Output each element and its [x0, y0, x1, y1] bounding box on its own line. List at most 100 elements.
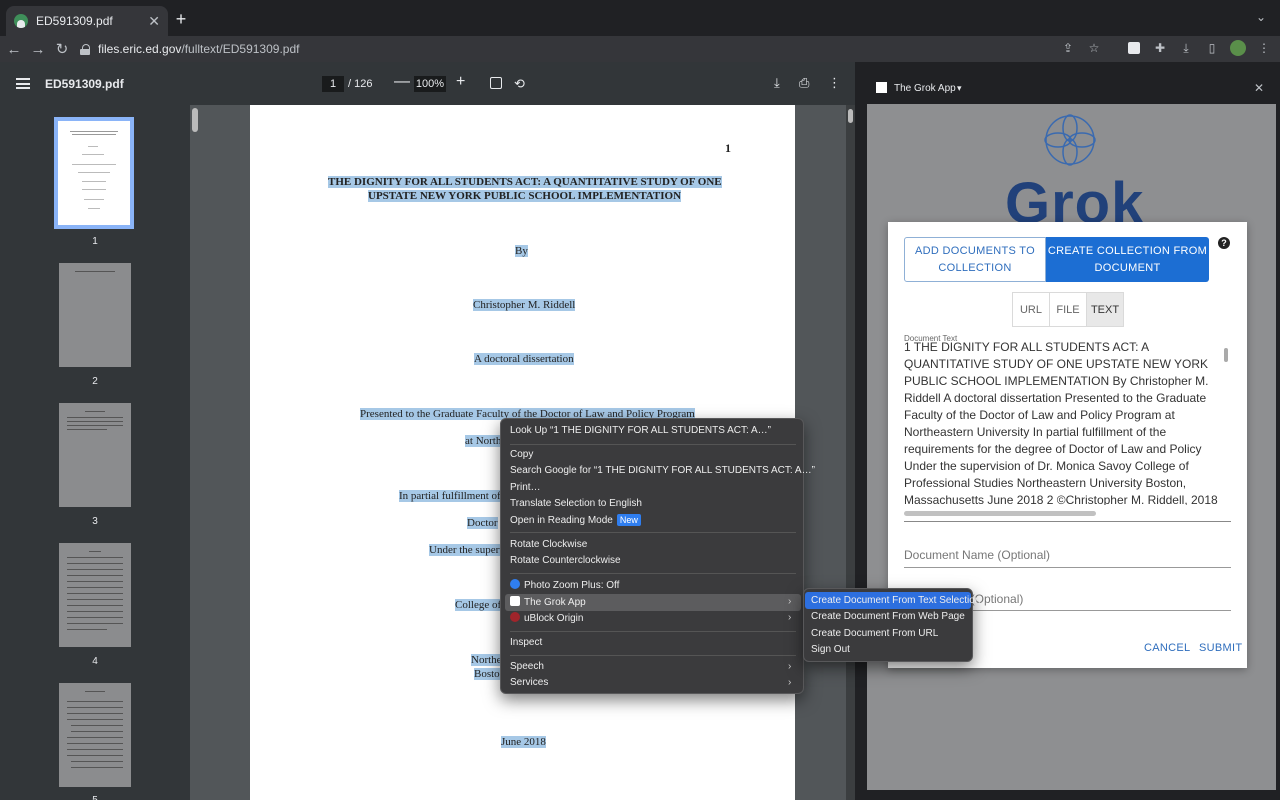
- segment-url[interactable]: URL: [1013, 293, 1050, 326]
- menu-item-rotate-ccw[interactable]: Rotate Counterclockwise: [510, 555, 621, 566]
- menu-item-search-google[interactable]: Search Google for “1 THE DIGNITY FOR ALL…: [510, 465, 815, 476]
- help-icon[interactable]: ?: [1218, 237, 1230, 249]
- share-icon[interactable]: ⇪: [1060, 40, 1076, 56]
- tab-search-chevron-icon[interactable]: ⌄: [1256, 10, 1266, 24]
- source-type-toggle: URL FILE TEXT: [1012, 292, 1124, 327]
- doc-bosto: Bosto: [474, 668, 500, 680]
- browser-tab[interactable]: ED591309.pdf ✕: [6, 6, 168, 36]
- bookmark-star-icon[interactable]: ☆: [1086, 40, 1102, 56]
- menu-item-translate[interactable]: Translate Selection to English: [510, 498, 642, 509]
- doc-in-partial: In partial fulfillment of: [399, 490, 501, 502]
- menu-item-print[interactable]: Print…: [510, 482, 541, 493]
- page-thumbnail[interactable]: [59, 403, 131, 507]
- lock-icon[interactable]: [80, 43, 90, 55]
- segment-text[interactable]: TEXT: [1087, 293, 1123, 326]
- submit-button[interactable]: SUBMIT: [1199, 642, 1242, 654]
- doc-doctor: Doctor: [467, 517, 498, 529]
- doc-title-line-1: THE DIGNITY FOR ALL STUDENTS ACT: A QUAN…: [328, 176, 722, 188]
- side-panel-title[interactable]: The Grok App: [894, 83, 956, 94]
- toolbar-icons: ⇪ ☆ ✚ ⤓ ▯ ⋮: [1060, 40, 1272, 56]
- submenu-item-from-url[interactable]: Create Document From URL: [811, 628, 938, 639]
- divider: [904, 567, 1231, 568]
- dropdown-caret-icon[interactable]: ▾: [957, 83, 962, 94]
- menu-item-photo-zoom[interactable]: Photo Zoom Plus: Off: [510, 579, 619, 591]
- eric-favicon-icon: [14, 14, 28, 28]
- download-icon[interactable]: ⤓: [1178, 40, 1194, 56]
- thumbnail-number: 5: [0, 795, 190, 800]
- reload-icon[interactable]: ↻: [50, 40, 74, 58]
- doc-under: Under the superv: [429, 544, 505, 556]
- page-thumbnail[interactable]: [59, 263, 131, 367]
- zoom-in-button[interactable]: +: [456, 73, 465, 91]
- browser-menu-icon[interactable]: ⋮: [1256, 40, 1272, 56]
- menu-item-reading-mode[interactable]: Open in Reading Mode New: [510, 514, 641, 526]
- menu-item-inspect[interactable]: Inspect: [510, 637, 542, 648]
- address-bar[interactable]: files.eric.ed.gov /fulltext/ED591309.pdf: [80, 42, 299, 56]
- doc-at-north: at North: [465, 435, 502, 447]
- menu-item-look-up[interactable]: Look Up “1 THE DIGNITY FOR ALL STUDENTS …: [510, 425, 771, 436]
- menu-hamburger-icon[interactable]: [16, 78, 30, 89]
- print-icon[interactable]: ⎙: [799, 75, 809, 91]
- zoom-out-button[interactable]: —: [394, 73, 410, 91]
- menu-item-grok-app[interactable]: The Grok App ›: [510, 596, 796, 608]
- submenu-item-from-selection[interactable]: Create Document From Text Selection: [811, 595, 980, 606]
- menu-item-services[interactable]: Services ›: [510, 677, 796, 688]
- document-text-area[interactable]: 1 THE DIGNITY FOR ALL STUDENTS ACT: A QU…: [904, 339, 1222, 505]
- segment-file[interactable]: FILE: [1050, 293, 1087, 326]
- divider: [510, 573, 796, 574]
- side-panel-icon[interactable]: ▯: [1204, 40, 1220, 56]
- document-scrollbar[interactable]: [846, 105, 855, 800]
- back-arrow-icon[interactable]: ←: [2, 41, 26, 58]
- download-pdf-icon[interactable]: ⤓: [774, 75, 780, 91]
- reading-mode-label: Open in Reading Mode: [510, 515, 613, 526]
- ublock-label: uBlock Origin: [524, 613, 584, 624]
- doc-college: College of: [455, 599, 502, 611]
- rotate-icon[interactable]: ⟲: [514, 76, 525, 92]
- doc-northe: Northe: [471, 654, 502, 666]
- chevron-right-icon: ›: [788, 677, 792, 688]
- cancel-button[interactable]: CANCEL: [1144, 642, 1190, 654]
- thumbnail-number: 2: [92, 376, 98, 387]
- services-label: Services: [510, 677, 549, 688]
- menu-item-speech[interactable]: Speech ›: [510, 661, 796, 672]
- chevron-right-icon: ›: [788, 612, 792, 623]
- divider: [510, 631, 796, 632]
- thumbnail-scrollbar[interactable]: [192, 108, 198, 132]
- doc-title-line-2: UPSTATE NEW YORK PUBLIC SCHOOL IMPLEMENT…: [368, 190, 682, 202]
- new-tab-button[interactable]: +: [172, 10, 190, 28]
- menu-item-copy[interactable]: Copy: [510, 449, 533, 460]
- text-area-scrollbar[interactable]: [1224, 348, 1228, 362]
- zoom-level-input[interactable]: 100%: [414, 76, 446, 92]
- side-panel-close-icon[interactable]: ✕: [1254, 81, 1264, 95]
- profile-avatar[interactable]: [1230, 40, 1246, 56]
- tab-close-icon[interactable]: ✕: [148, 13, 160, 30]
- pdf-toolbar: ED591309.pdf 1 / 126 — 100% + ⟲ ⤓ ⎙ ⋮: [0, 62, 855, 105]
- thumbnail-number: 4: [92, 656, 98, 667]
- page-thumbnail[interactable]: [59, 543, 131, 647]
- menu-item-ublock[interactable]: uBlock Origin ›: [510, 612, 796, 624]
- document-name-field[interactable]: Document Name (Optional): [904, 548, 1050, 562]
- grok-app-label: The Grok App: [524, 597, 586, 608]
- forward-arrow-icon[interactable]: →: [26, 41, 50, 58]
- speech-label: Speech: [510, 661, 544, 672]
- ublock-icon: [510, 612, 520, 622]
- new-badge: New: [616, 514, 641, 526]
- text-area-h-scrollbar[interactable]: [904, 511, 1096, 516]
- pdf-more-icon[interactable]: ⋮: [828, 75, 841, 91]
- doc-dissertation: A doctoral dissertation: [474, 353, 574, 365]
- submenu-item-from-web-page[interactable]: Create Document From Web Page: [811, 611, 965, 622]
- menu-item-rotate-cw[interactable]: Rotate Clockwise: [510, 539, 587, 550]
- url-path: /fulltext/ED591309.pdf: [181, 42, 300, 56]
- add-documents-button[interactable]: ADD DOCUMENTS TO COLLECTION: [904, 237, 1046, 282]
- submenu-item-sign-out[interactable]: Sign Out: [811, 644, 850, 655]
- page-number-input[interactable]: 1: [322, 76, 344, 92]
- doc-date: June 2018: [501, 736, 546, 748]
- grok-app-icon: [876, 82, 887, 93]
- fit-page-icon[interactable]: [490, 77, 502, 89]
- extension-square-icon[interactable]: [1128, 42, 1140, 54]
- grok-submenu: Create Document From Text Selection Crea…: [803, 588, 980, 662]
- page-thumbnail[interactable]: [59, 683, 131, 787]
- extensions-puzzle-icon[interactable]: ✚: [1152, 40, 1168, 56]
- page-thumbnail[interactable]: [54, 117, 134, 229]
- create-collection-button[interactable]: CREATE COLLECTION FROM DOCUMENT: [1046, 237, 1209, 282]
